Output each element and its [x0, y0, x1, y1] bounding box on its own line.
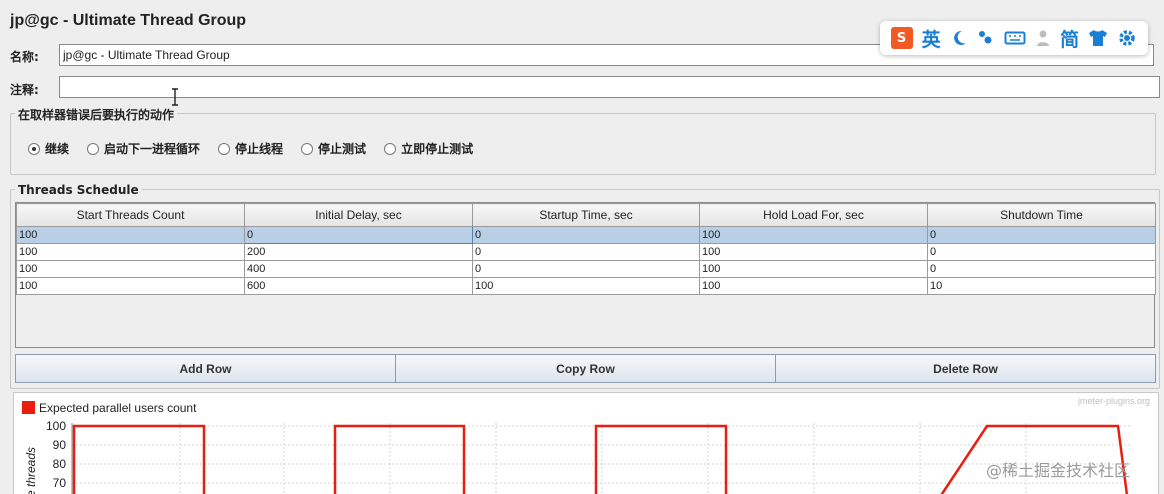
keyboard-icon[interactable] — [1004, 29, 1026, 47]
schedule-table: Start Threads Count Initial Delay, sec S… — [15, 202, 1156, 348]
column-header[interactable]: Start Threads Count — [16, 203, 245, 227]
ime-lang-toggle[interactable]: 英 — [922, 25, 941, 52]
user-icon[interactable] — [1035, 29, 1051, 47]
ime-mode-toggle[interactable]: 简 — [1060, 25, 1079, 52]
table-row[interactable]: 100 0 0 100 0 — [16, 226, 1156, 244]
table-cell[interactable]: 100 — [699, 243, 928, 261]
column-header[interactable]: Startup Time, sec — [472, 203, 700, 227]
sampler-error-title: 在取样器错误后要执行的动作 — [15, 106, 178, 123]
table-cell[interactable]: 0 — [472, 260, 700, 278]
table-row[interactable]: 100 400 0 100 0 — [16, 260, 1156, 278]
table-cell[interactable]: 400 — [244, 260, 473, 278]
table-cell[interactable]: 600 — [244, 277, 473, 295]
grid-lines — [72, 423, 1132, 494]
text-cursor-icon — [172, 88, 178, 106]
table-cell[interactable]: 100 — [699, 226, 928, 244]
comment-input[interactable] — [59, 76, 1160, 98]
table-cell[interactable]: 0 — [244, 226, 473, 244]
table-cell[interactable]: 100 — [699, 277, 928, 295]
sogou-logo-icon[interactable]: S — [890, 27, 913, 49]
name-label: 名称: — [10, 50, 39, 64]
table-row[interactable]: 100 600 100 100 10 — [16, 277, 1156, 295]
radio-button[interactable] — [87, 142, 100, 155]
moon-icon[interactable] — [950, 29, 968, 47]
column-header[interactable]: Shutdown Time — [927, 203, 1156, 227]
watermark: @稀土掘金技术社区 — [986, 461, 1131, 480]
add-row-button[interactable]: Add Row — [15, 354, 396, 383]
y-tick-label: 80 — [53, 457, 67, 471]
table-cell[interactable]: 0 — [472, 226, 700, 244]
table-header-row: Start Threads Count Initial Delay, sec S… — [16, 203, 1156, 227]
table-cell[interactable]: 10 — [927, 277, 1156, 295]
copy-row-button[interactable]: Copy Row — [395, 354, 776, 383]
radio-button[interactable] — [384, 142, 397, 155]
thread-group-2-line — [333, 424, 466, 494]
expected-users-series — [72, 424, 1129, 494]
y-tick-label: 70 — [53, 476, 67, 490]
column-header[interactable]: Initial Delay, sec — [244, 203, 473, 227]
sampler-error-options: 继续 启动下一进程循环 停止线程 停止测试 立即停止测试 — [28, 140, 491, 157]
radio-button[interactable] — [301, 142, 314, 155]
punctuation-icon[interactable] — [977, 29, 995, 47]
table-cell[interactable]: 0 — [927, 260, 1156, 278]
radio-continue[interactable]: 继续 — [28, 140, 69, 157]
table-cell[interactable]: 100 — [16, 260, 245, 278]
table-button-bar: Add Row Copy Row Delete Row — [15, 354, 1156, 383]
table-cell[interactable]: 100 — [472, 277, 700, 295]
y-tick-label: 100 — [46, 419, 66, 433]
table-cell[interactable]: 0 — [927, 226, 1156, 244]
table-cell[interactable]: 100 — [16, 277, 245, 295]
radio-button[interactable] — [218, 142, 231, 155]
table-cell[interactable]: 100 — [699, 260, 928, 278]
table-cell[interactable]: 0 — [472, 243, 700, 261]
thread-group-1-line — [72, 424, 206, 494]
radio-stop-test[interactable]: 停止测试 — [301, 140, 366, 157]
gear-icon[interactable] — [1117, 28, 1137, 48]
table-cell[interactable]: 100 — [16, 226, 245, 244]
radio-stop-thread[interactable]: 停止线程 — [218, 140, 283, 157]
y-axis-label: e threads — [24, 447, 38, 494]
shirt-icon[interactable] — [1088, 29, 1108, 47]
table-cell[interactable]: 200 — [244, 243, 473, 261]
thread-group-3-line — [594, 424, 728, 494]
table-cell[interactable]: 0 — [927, 243, 1156, 261]
radio-button-checked[interactable] — [28, 142, 40, 155]
table-row[interactable]: 100 200 0 100 0 — [16, 243, 1156, 261]
table-cell[interactable]: 100 — [16, 243, 245, 261]
comment-label: 注释: — [10, 83, 39, 97]
radio-stop-test-now[interactable]: 立即停止测试 — [384, 140, 473, 157]
window-title: jp@gc - Ultimate Thread Group — [10, 12, 247, 29]
y-tick-label: 90 — [53, 438, 67, 452]
threads-schedule-title: Threads Schedule — [15, 183, 142, 197]
radio-start-next-loop[interactable]: 启动下一进程循环 — [87, 140, 200, 157]
column-header[interactable]: Hold Load For, sec — [699, 203, 928, 227]
delete-row-button[interactable]: Delete Row — [775, 354, 1156, 383]
ime-toolbar: S 英 简 — [880, 21, 1148, 55]
